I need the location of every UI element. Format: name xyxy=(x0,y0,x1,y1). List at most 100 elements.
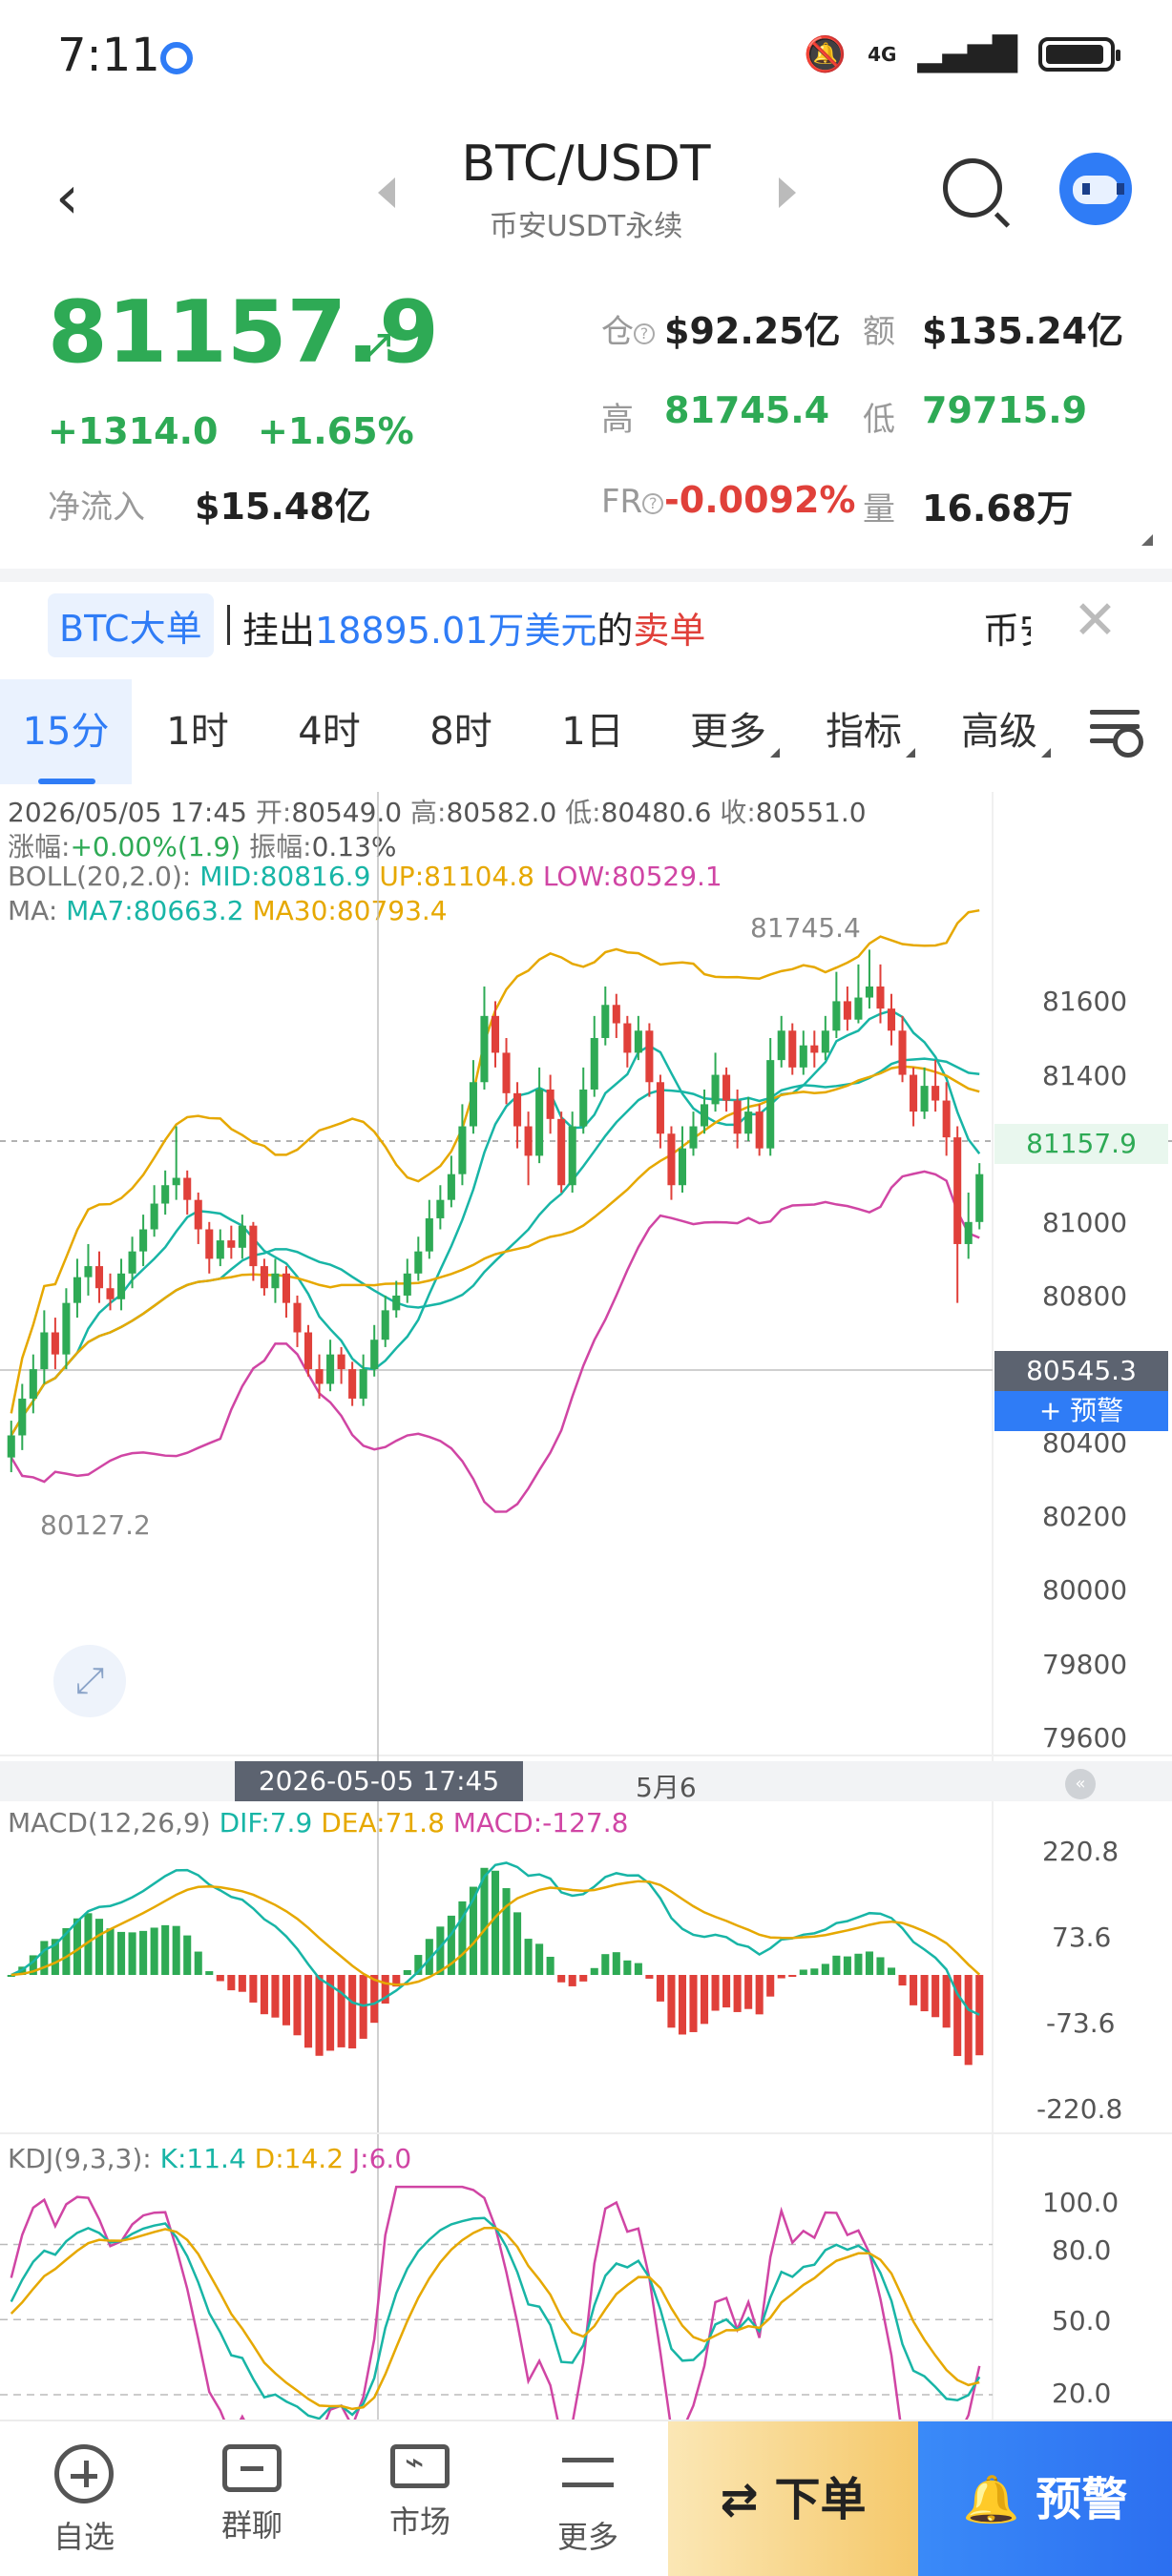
macd-axis-label: -73.6 xyxy=(1046,2007,1116,2039)
macd-bar xyxy=(612,1952,620,1975)
candle-body xyxy=(645,1030,654,1083)
ma30-line xyxy=(10,1065,980,1437)
macd-bar xyxy=(502,1888,511,1975)
candle-body xyxy=(62,1302,71,1355)
kdj-axis-label: 80.0 xyxy=(1052,2234,1112,2266)
candle-body xyxy=(799,1045,807,1068)
price-axis-label: 79600 xyxy=(1042,1721,1128,1754)
alert-button[interactable]: 🔔 预警 xyxy=(918,2421,1172,2576)
kdj-legend: KDJ(9,3,3): K:11.4 D:14.2 J:6.0 xyxy=(8,2143,412,2174)
kdj-d-line xyxy=(10,2226,980,2411)
candle-body xyxy=(303,1332,313,1370)
candle-body xyxy=(568,1126,576,1186)
macd-bar xyxy=(711,1975,720,2011)
candle-body xyxy=(403,1273,411,1296)
macd-bar xyxy=(898,1975,907,1986)
candle-body xyxy=(139,1229,148,1252)
kdj-k-line xyxy=(10,2216,981,2420)
candle-body xyxy=(711,1074,720,1105)
nav-watchlist[interactable]: 自选 xyxy=(0,2421,168,2576)
candle-body xyxy=(854,997,863,1020)
macd-bar xyxy=(128,1932,136,1975)
current-price-tag: 81157.9 xyxy=(994,1124,1168,1164)
kdj-axis-label: 100.0 xyxy=(1042,2187,1120,2218)
place-order-button[interactable]: ⇄ 下单 xyxy=(668,2421,918,2576)
nav-chat[interactable]: 群聊 xyxy=(168,2421,336,2576)
macd-bar xyxy=(568,1975,576,1986)
candle-body xyxy=(876,986,885,1009)
macd-bar xyxy=(931,1975,940,2018)
macd-bar xyxy=(106,1928,115,1975)
candle-body xyxy=(73,1277,81,1303)
fullscreen-icon[interactable]: ⤢ xyxy=(53,1645,126,1717)
candle-body xyxy=(942,1100,951,1138)
macd-bar xyxy=(238,1975,246,1992)
macd-bar xyxy=(139,1930,148,1975)
macd-bar xyxy=(975,1975,984,2056)
kline-chart[interactable] xyxy=(0,0,1172,2420)
candle-body xyxy=(612,1005,620,1024)
candle-body xyxy=(359,1369,367,1399)
macd-bar xyxy=(854,1953,863,1975)
macd-bar xyxy=(370,1975,379,2024)
macd-bar xyxy=(183,1935,192,1975)
macd-bar xyxy=(271,1975,280,2018)
macd-bar xyxy=(910,1975,918,2005)
nav-market[interactable]: 市场 xyxy=(336,2421,504,2576)
candle-body xyxy=(128,1251,136,1274)
price-axis-label: 80000 xyxy=(1042,1574,1128,1607)
candle-body xyxy=(557,1118,566,1186)
macd-bar xyxy=(94,1919,104,1975)
candle-body xyxy=(733,1100,742,1134)
macd-bar xyxy=(722,1975,731,2008)
candle-body xyxy=(94,1266,104,1289)
bell-icon: 🔔 xyxy=(962,2473,1020,2526)
candle-body xyxy=(755,1111,764,1149)
candle-body xyxy=(425,1217,433,1252)
candle-body xyxy=(953,1137,962,1244)
add-alert-button[interactable]: + 预警 xyxy=(994,1391,1168,1431)
candle-body xyxy=(469,1082,477,1127)
macd-bar xyxy=(887,1967,896,1975)
candle-body xyxy=(513,1092,522,1127)
candle-body xyxy=(447,1174,455,1200)
macd-bar xyxy=(678,1975,687,2035)
macd-bar xyxy=(303,1975,313,2048)
macd-bar xyxy=(557,1975,566,1983)
candle-body xyxy=(601,1005,610,1038)
candle-body xyxy=(458,1126,467,1174)
candle-body xyxy=(260,1266,268,1289)
macd-bar xyxy=(810,1968,819,1975)
candle-body xyxy=(898,1030,907,1075)
macd-bar xyxy=(535,1943,544,1975)
scroll-latest-icon[interactable]: « xyxy=(1065,1769,1096,1799)
macd-bar xyxy=(359,1975,367,2039)
nav-more[interactable]: 更多 xyxy=(504,2421,672,2576)
candle-body xyxy=(689,1126,698,1149)
macd-bar xyxy=(656,1975,664,2002)
candle-body xyxy=(326,1354,335,1384)
candle-body xyxy=(491,1015,500,1053)
candle-body xyxy=(667,1133,676,1186)
macd-bar xyxy=(744,1975,753,2009)
candle-body xyxy=(910,1074,918,1112)
macd-bar xyxy=(623,1960,632,1975)
macd-bar xyxy=(634,1963,642,1975)
macd-bar xyxy=(590,1967,598,1975)
macd-bar xyxy=(766,1975,775,1997)
macd-bar xyxy=(755,1975,764,2015)
candle-body xyxy=(150,1203,158,1230)
candle-body xyxy=(502,1052,511,1093)
low-annotation: 80127.2 xyxy=(40,1509,151,1541)
chat-icon xyxy=(222,2444,282,2492)
candle-body xyxy=(315,1369,324,1384)
price-axis-label: 81600 xyxy=(1042,986,1128,1018)
macd-bar xyxy=(876,1957,885,1975)
macd-bar xyxy=(282,1975,291,2025)
macd-legend: MACD(12,26,9) DIF:7.9 DEA:71.8 MACD:-127… xyxy=(8,1807,629,1839)
candle-body xyxy=(392,1295,401,1311)
date-label: 5月6 xyxy=(636,1772,697,1803)
macd-bar xyxy=(733,1975,742,2012)
macd-bar xyxy=(117,1931,126,1975)
candle-body xyxy=(590,1037,598,1090)
